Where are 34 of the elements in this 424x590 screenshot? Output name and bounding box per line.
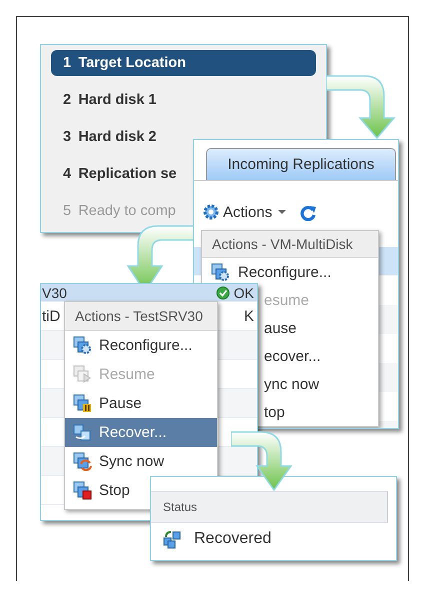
pause-icon bbox=[72, 394, 92, 413]
menu-item[interactable]: Reconfigure... bbox=[65, 331, 200, 360]
menu-title: Actions - VM-MultiDisk bbox=[202, 231, 378, 258]
status-text: Recovered bbox=[194, 530, 272, 548]
reconfigure-icon bbox=[72, 336, 92, 355]
menu-item[interactable]: Stop bbox=[65, 476, 138, 505]
table-cell: K bbox=[244, 308, 254, 324]
reconfigure-icon bbox=[210, 262, 230, 282]
caret-icon bbox=[278, 210, 286, 214]
table-cell: OK bbox=[234, 284, 254, 300]
table-cell: tiD bbox=[41, 308, 60, 324]
status-ok-icon bbox=[216, 286, 230, 300]
column-header: Status bbox=[151, 491, 388, 523]
wizard-step[interactable]: 1 Target Location bbox=[51, 50, 316, 76]
refresh-button[interactable] bbox=[300, 204, 318, 220]
menu-title: Actions - TestSRV30 bbox=[65, 302, 217, 331]
menu-item[interactable]: Pause bbox=[65, 389, 150, 418]
table-cell: V30 bbox=[41, 284, 67, 300]
wizard-step[interactable]: 2 Hard disk 1 bbox=[51, 87, 160, 113]
stop-icon bbox=[72, 481, 92, 500]
disabled-play-icon bbox=[72, 365, 92, 384]
recover-icon bbox=[72, 423, 92, 442]
menu-item[interactable]: Recover... bbox=[65, 418, 217, 447]
wizard-step[interactable]: 4 Replication se bbox=[51, 161, 181, 187]
refresh-icon bbox=[300, 204, 318, 220]
sync-icon bbox=[72, 452, 92, 471]
table-row[interactable]: V30 OK bbox=[41, 284, 257, 302]
menu-item[interactable]: Sync now bbox=[65, 447, 172, 476]
gear-icon bbox=[202, 203, 220, 221]
actions-button[interactable]: Actions bbox=[202, 203, 286, 221]
recovered-icon bbox=[163, 529, 182, 549]
incoming-replications-tab[interactable]: Incoming Replications bbox=[206, 148, 396, 180]
wizard-step[interactable]: 3 Hard disk 2 bbox=[51, 124, 160, 150]
menu-item[interactable]: Reconfigure... bbox=[202, 258, 378, 286]
